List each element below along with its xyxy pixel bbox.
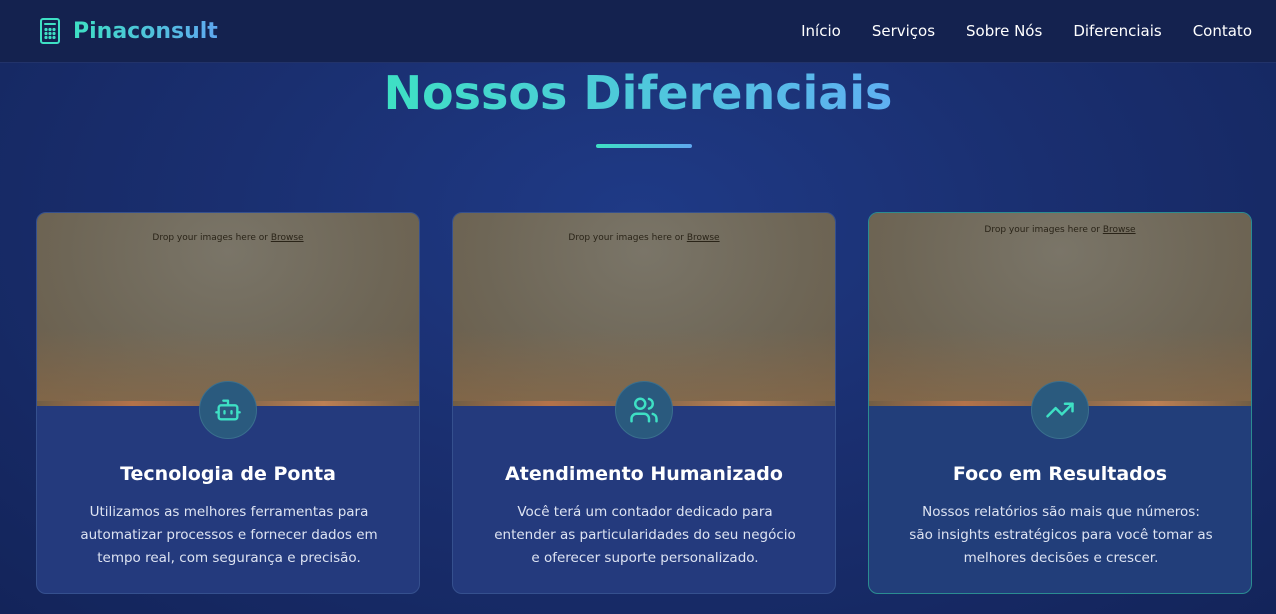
card-title: Foco em Resultados [952, 463, 1168, 485]
title-underline [596, 144, 692, 148]
card-description: Nossos relatórios são mais que números: … [909, 504, 1213, 566]
image-dropzone[interactable]: Drop your images here or Browse [869, 213, 1251, 406]
card-description: Você terá um contador dedicado para ente… [494, 504, 796, 566]
main-nav: Início Serviços Sobre Nós Diferenciais C… [801, 22, 1252, 40]
dropzone-text: Drop your images here or Browse [568, 233, 720, 243]
brand-name: Pinaconsult [73, 18, 218, 44]
navbar: Pinaconsult Início Serviços Sobre Nós Di… [0, 0, 1276, 63]
nav-link-inicio[interactable]: Início [801, 22, 841, 40]
nav-link-sobre-nos[interactable]: Sobre Nós [966, 22, 1042, 40]
card-description: Utilizamos as melhores ferramentas para … [80, 504, 378, 566]
browse-link[interactable]: Browse [271, 233, 304, 243]
card-title: Tecnologia de Ponta [120, 463, 336, 485]
trending-up-icon [1031, 381, 1089, 439]
nav-link-contato[interactable]: Contato [1193, 22, 1252, 40]
users-icon [615, 381, 673, 439]
card-title: Atendimento Humanizado [505, 463, 783, 485]
image-dropzone[interactable]: Drop your images here or Browse [453, 213, 835, 406]
robot-icon [199, 381, 257, 439]
browse-link[interactable]: Browse [1103, 225, 1136, 235]
dropzone-text: Drop your images here or Browse [984, 225, 1136, 235]
calculator-icon [38, 17, 62, 45]
brand[interactable]: Pinaconsult [38, 17, 218, 45]
feature-card-results: Drop your images here or Browse Foco em … [868, 212, 1252, 594]
nav-link-servicos[interactable]: Serviços [872, 22, 935, 40]
feature-card-technology: Drop your images here or Browse Tecnolog… [36, 212, 420, 594]
image-dropzone[interactable]: Drop your images here or Browse [37, 213, 419, 406]
dropzone-text: Drop your images here or Browse [152, 233, 304, 243]
nav-link-diferenciais[interactable]: Diferenciais [1073, 22, 1161, 40]
feature-card-service: Drop your images here or Browse Atendime… [452, 212, 836, 594]
section-title: Nossos Diferenciais [383, 66, 893, 120]
browse-link[interactable]: Browse [687, 233, 720, 243]
